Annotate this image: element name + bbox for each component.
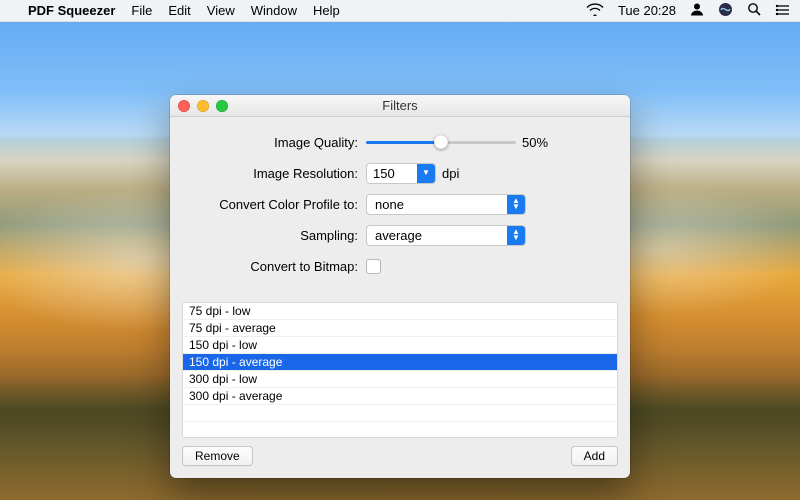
list-item[interactable]: 150 dpi - average (183, 354, 617, 371)
add-button[interactable]: Add (571, 446, 618, 466)
spotlight-icon[interactable] (747, 2, 761, 19)
filters-window: Filters Image Quality: 50% Image Resolut… (170, 95, 630, 478)
list-item[interactable]: 300 dpi - average (183, 388, 617, 405)
sampling-label: Sampling: (188, 228, 366, 243)
filter-settings-form: Image Quality: 50% Image Resolution: 150… (170, 117, 630, 296)
list-item[interactable]: 150 dpi - low (183, 337, 617, 354)
convert-bitmap-label: Convert to Bitmap: (188, 259, 366, 274)
color-profile-select[interactable]: none ▲▼ (366, 194, 526, 215)
list-item[interactable] (183, 422, 617, 438)
remove-button[interactable]: Remove (182, 446, 253, 466)
updown-icon[interactable]: ▲▼ (507, 226, 525, 245)
close-button[interactable] (178, 100, 190, 112)
menu-window[interactable]: Window (251, 3, 297, 18)
image-resolution-combobox[interactable]: 150 ▼ (366, 163, 436, 184)
bottom-toolbar: Remove Add (170, 446, 630, 478)
convert-bitmap-checkbox[interactable] (366, 259, 381, 274)
list-item[interactable]: 75 dpi - average (183, 320, 617, 337)
menubar-clock[interactable]: Tue 20:28 (618, 3, 676, 18)
window-titlebar[interactable]: Filters (170, 95, 630, 117)
image-quality-slider[interactable] (366, 134, 516, 150)
image-quality-value: 50% (522, 135, 548, 150)
user-icon[interactable] (690, 2, 704, 19)
list-item[interactable]: 300 dpi - low (183, 371, 617, 388)
list-item[interactable] (183, 405, 617, 422)
menubar: PDF Squeezer File Edit View Window Help … (0, 0, 800, 22)
image-quality-label: Image Quality: (188, 135, 366, 150)
menu-file[interactable]: File (131, 3, 152, 18)
chevron-down-icon[interactable]: ▼ (417, 164, 435, 183)
filter-presets-list[interactable]: 75 dpi - low 75 dpi - average 150 dpi - … (182, 302, 618, 438)
zoom-button[interactable] (216, 100, 228, 112)
menu-edit[interactable]: Edit (168, 3, 190, 18)
menu-view[interactable]: View (207, 3, 235, 18)
image-resolution-label: Image Resolution: (188, 166, 366, 181)
color-profile-label: Convert Color Profile to: (188, 197, 366, 212)
window-title: Filters (382, 98, 417, 113)
updown-icon[interactable]: ▲▼ (507, 195, 525, 214)
notification-center-icon[interactable] (775, 3, 790, 19)
wifi-icon[interactable] (586, 3, 604, 19)
list-item[interactable]: 75 dpi - low (183, 303, 617, 320)
minimize-button[interactable] (197, 100, 209, 112)
resolution-unit: dpi (442, 166, 459, 181)
sampling-select[interactable]: average ▲▼ (366, 225, 526, 246)
app-name[interactable]: PDF Squeezer (28, 3, 115, 18)
menu-help[interactable]: Help (313, 3, 340, 18)
siri-icon[interactable] (718, 2, 733, 20)
